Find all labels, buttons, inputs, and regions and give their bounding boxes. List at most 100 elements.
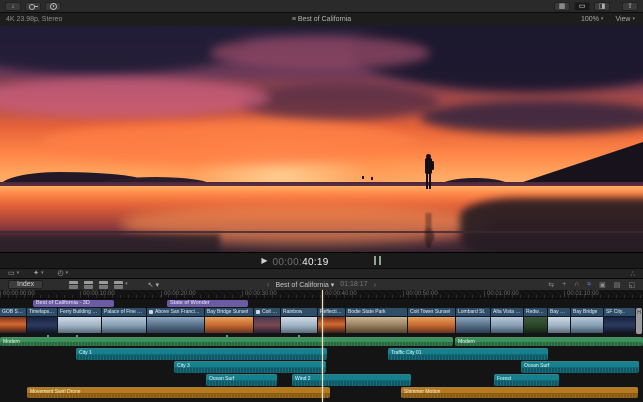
audio-clip[interactable]: City 3: [174, 361, 326, 373]
clip-name: Coit To..: [254, 308, 280, 317]
show-timeline-button[interactable]: ▭: [574, 1, 590, 11]
storyline-clip[interactable]: Rainbow: [281, 308, 317, 334]
audio-clip[interactable]: Wind 2: [292, 374, 411, 386]
music-clip[interactable]: Modern: [0, 337, 453, 346]
connect-edit-icon[interactable]: [69, 280, 79, 289]
clip-name: Timelapse GOB: [27, 308, 57, 317]
ruler-label: 00:00:40:00: [322, 291, 357, 297]
title-clip[interactable]: Best of California - 3D: [33, 300, 114, 307]
fx-clip[interactable]: Movement Swirl Drone: [27, 387, 330, 398]
clip-thumbnail: [0, 317, 26, 333]
audio-lanes-toggle[interactable]: ▣: [599, 281, 606, 289]
keyword-editor-button[interactable]: [25, 1, 41, 11]
solo-toggle[interactable]: ∩: [574, 281, 579, 288]
zoom-fit-button[interactable]: ◱: [628, 281, 635, 289]
play-button[interactable]: ▶: [261, 256, 267, 265]
cloud: [210, 36, 430, 70]
timeline-toggles: ⇆ + ∩ ≈ ▣ ▤ ◱: [548, 281, 635, 289]
chevron-down-icon: ▾: [65, 270, 69, 276]
storyline-clip[interactable]: Timelapse GOB: [27, 308, 57, 334]
clip-appearance-button[interactable]: ▤: [614, 281, 621, 289]
share-icon: ⇧: [627, 2, 633, 10]
music-clip[interactable]: Modern: [455, 337, 643, 346]
insert-edit-icon[interactable]: [84, 280, 94, 289]
storyline-clip[interactable]: Redwoods: [524, 308, 547, 334]
audio-skimming-toggle[interactable]: +: [562, 281, 566, 288]
clip-name: Lombard St.: [456, 308, 490, 317]
storyline-clip[interactable]: SF City..: [604, 308, 635, 334]
clip-thumbnail: [346, 317, 407, 333]
clip-thumbnail: [102, 317, 146, 333]
keyword-marker-icon: [256, 310, 260, 314]
storyline-clip[interactable]: Coit Tower Sunset: [408, 308, 455, 334]
clip-label: City 3: [177, 363, 190, 369]
timecode-prefix: 00:00:: [272, 256, 303, 268]
index-button[interactable]: Index: [8, 280, 44, 289]
append-edit-icon[interactable]: [99, 280, 109, 289]
background-tasks-button[interactable]: [45, 1, 61, 11]
timeline-project-dropdown[interactable]: Best of California ▾: [275, 281, 334, 289]
audio-clip[interactable]: Traffic City 01: [388, 348, 548, 360]
storyline-clip[interactable]: Bay Bridge toward SF: [548, 308, 570, 334]
view-dropdown[interactable]: View ▾: [615, 16, 635, 23]
audio-clip[interactable]: Forest: [494, 374, 559, 386]
zoom-level-dropdown[interactable]: 100% ▾: [581, 16, 603, 23]
project-duration: 01:18:17: [340, 281, 368, 288]
storyline-clip[interactable]: Palace of Fine Arts: [102, 308, 146, 334]
clip-thumbnail: [147, 317, 204, 333]
clip-name: Ferry Building Part 2: [58, 308, 101, 317]
clip-label: Ocean Surf: [209, 376, 235, 382]
tool-palette-dropdown[interactable]: ↖ ▾: [148, 281, 159, 289]
snapping-toggle[interactable]: ≈: [587, 281, 591, 288]
titlebar: ↓ ▦ ▭ ◨ ⇧: [0, 0, 643, 13]
magic-wand-icon: ✦: [33, 270, 40, 277]
clock-icon: [49, 2, 57, 10]
audio-meters-icon[interactable]: [373, 256, 382, 265]
storyline-clip[interactable]: Alta Vista Park: [491, 308, 523, 334]
skimming-toggle[interactable]: ⇆: [548, 281, 554, 289]
clip-thumbnail: [408, 317, 455, 333]
clip-thumbnail: [254, 317, 280, 333]
clip-label: Ocean Surf: [524, 363, 550, 369]
audio-clip[interactable]: City 1: [76, 348, 327, 360]
storyline-clip[interactable]: Coit To..: [254, 308, 280, 334]
retime-button[interactable]: ◴ ▾: [58, 270, 69, 277]
viewer-options-button[interactable]: ∴: [631, 270, 635, 278]
storyline-clip[interactable]: Bay Bridge Sunset: [205, 308, 253, 334]
history-back-button[interactable]: ‹: [267, 280, 270, 289]
import-media-button[interactable]: ↓: [5, 1, 21, 11]
chevron-down-icon: ▾: [16, 270, 20, 276]
storyline-clip[interactable]: Bodie State Park: [346, 308, 407, 334]
ruler-label: 00:00:50:00: [403, 291, 438, 297]
storyline-clip[interactable]: Lombard St.: [456, 308, 490, 334]
transform-popup-button[interactable]: ▭ ▾: [8, 270, 19, 277]
chevron-down-icon: ▾: [600, 16, 604, 22]
viewer-title: ≡ Best of California: [0, 16, 643, 23]
audio-clip[interactable]: Ocean Surf: [521, 361, 639, 373]
overwrite-edit-icon: [114, 280, 124, 289]
audio-clip[interactable]: Ocean Surf: [206, 374, 277, 386]
chevron-down-icon: ▾: [330, 281, 335, 289]
share-button[interactable]: ⇧: [622, 1, 638, 11]
show-inspector-button[interactable]: ◨: [594, 1, 610, 11]
overwrite-edit-button[interactable]: ▾: [114, 280, 128, 289]
title-clip[interactable]: State of Wonder: [167, 300, 248, 307]
storyline-clip[interactable]: Above San Francisco: [147, 308, 204, 334]
playhead[interactable]: [322, 290, 323, 402]
show-browser-button[interactable]: ▦: [554, 1, 570, 11]
ruler-label: 00:00:00:00: [0, 291, 35, 297]
clip-thumbnail: [571, 317, 603, 333]
arrow-tool-icon: ↖: [147, 281, 154, 289]
clip-name: Palace of Fine Arts: [102, 308, 146, 317]
clip-thumbnail: [456, 317, 490, 333]
storyline-clip[interactable]: Ferry Building Part 2: [58, 308, 101, 334]
fx-clip[interactable]: Shimmer Motion: [401, 387, 638, 398]
clip-name: Bodie State Park: [346, 308, 407, 317]
enhancements-button[interactable]: ✦ ▾: [33, 270, 43, 277]
storyline-clip[interactable]: Bay Bridge: [571, 308, 603, 334]
clip-label: Forest: [497, 376, 512, 382]
clip-thumbnail: [524, 317, 547, 333]
history-forward-button[interactable]: ›: [374, 280, 377, 289]
storyline-clip[interactable]: GOB Sunset: [0, 308, 26, 334]
collapsed-clips-badge[interactable]: H: [636, 308, 642, 334]
